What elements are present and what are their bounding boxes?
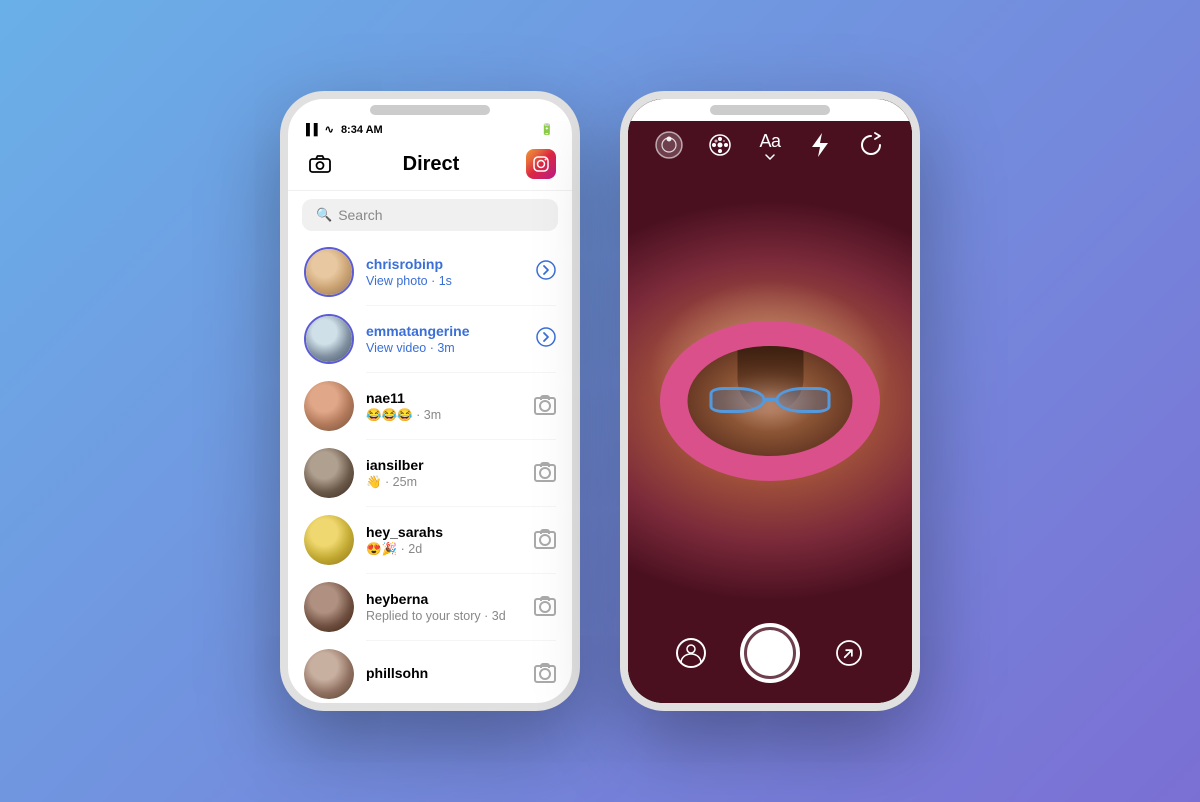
search-bar[interactable]: 🔍 Search — [302, 199, 558, 231]
sg-bridge — [765, 398, 775, 402]
phone-direct-messages: ▌▌ ∿ 8:34 AM 🔋 Direct — [280, 91, 580, 711]
nav-bar: Direct — [288, 140, 572, 191]
text-mode-label: Aa — [759, 131, 780, 152]
list-item[interactable]: nae11 😂😂😂 · 3m — [288, 373, 572, 439]
message-content: emmatangerine View video · 3m — [366, 323, 524, 355]
avatar — [304, 448, 354, 498]
message-content: iansilber 👋 · 25m — [366, 457, 522, 490]
avatar — [304, 515, 354, 565]
list-item[interactable]: hey_sarahs 😍🎉 · 2d — [288, 507, 572, 573]
speaker-right — [710, 105, 830, 115]
username-label: iansilber — [366, 457, 522, 473]
avatar — [304, 247, 354, 297]
avatar — [304, 649, 354, 699]
flip-camera-button[interactable] — [853, 127, 889, 163]
avatar-image — [304, 582, 354, 632]
shutter-button[interactable] — [740, 623, 800, 683]
list-item[interactable]: heyberna Replied to your story · 3d — [288, 574, 572, 640]
effects-button[interactable] — [702, 127, 738, 163]
list-item[interactable]: emmatangerine View video · 3m — [288, 306, 572, 372]
camera-action-icon[interactable] — [534, 665, 556, 683]
gallery-icon — [654, 130, 684, 160]
username-label: emmatangerine — [366, 323, 524, 339]
phone-camera: Aa — [620, 91, 920, 711]
username-label: hey_sarahs — [366, 524, 522, 540]
send-icon — [835, 639, 863, 667]
list-item[interactable]: phillsohn — [288, 641, 572, 707]
camera-action-icon[interactable] — [534, 397, 556, 415]
message-list: chrisrobinp View photo · 1s emmatanger — [288, 239, 572, 707]
message-content: hey_sarahs 😍🎉 · 2d — [366, 524, 522, 557]
username-label: nae11 — [366, 390, 522, 406]
page-title: Direct — [403, 153, 460, 176]
message-content: heyberna Replied to your story · 3d — [366, 591, 522, 623]
chevron-down-icon — [765, 154, 775, 160]
instagram-logo-icon — [532, 155, 550, 173]
profile-icon — [675, 637, 707, 669]
ar-lip-ring — [660, 321, 880, 481]
effects-icon — [706, 131, 734, 159]
avatar-image — [304, 448, 354, 498]
sg-right-lens — [775, 387, 830, 413]
list-item[interactable]: chrisrobinp View photo · 1s — [288, 239, 572, 305]
camera-bottom-controls — [628, 623, 912, 683]
speaker — [370, 105, 490, 115]
message-preview: 😍🎉 · 2d — [366, 542, 522, 557]
username-label: heyberna — [366, 591, 522, 607]
flip-icon — [858, 132, 884, 158]
arrow-action-icon[interactable] — [536, 260, 556, 285]
avatar — [304, 582, 354, 632]
ar-face-inner — [688, 346, 853, 456]
ar-sunglasses — [704, 385, 836, 416]
message-content: phillsohn — [366, 665, 522, 683]
shutter-inner — [747, 630, 793, 676]
message-preview: 👋 · 25m — [366, 475, 522, 490]
avatar — [304, 381, 354, 431]
message-content: chrisrobinp View photo · 1s — [366, 256, 524, 288]
gallery-button[interactable] — [651, 127, 687, 163]
message-preview: 😂😂😂 · 3m — [366, 408, 522, 423]
direct-screen: ▌▌ ∿ 8:34 AM 🔋 Direct — [288, 99, 572, 707]
sg-left-lens — [710, 387, 765, 413]
instagram-icon[interactable] — [526, 149, 556, 179]
text-button[interactable]: Aa — [752, 131, 788, 160]
profile-gallery-button[interactable] — [673, 635, 709, 671]
camera-action-icon[interactable] — [534, 598, 556, 616]
search-placeholder: Search — [338, 207, 382, 223]
battery-icon: 🔋 — [540, 123, 554, 136]
camera-icon — [309, 155, 331, 173]
list-item[interactable]: iansilber 👋 · 25m — [288, 440, 572, 506]
signal-time: ▌▌ ∿ 8:34 AM — [306, 123, 383, 136]
send-button[interactable] — [831, 635, 867, 671]
avatar-image — [306, 249, 352, 295]
flash-icon — [809, 132, 831, 158]
message-preview: View video · 3m — [366, 341, 524, 355]
message-preview: View photo · 1s — [366, 274, 524, 288]
username-label: phillsohn — [366, 665, 522, 681]
camera-screen: Aa — [628, 99, 912, 703]
avatar-image — [304, 515, 354, 565]
camera-action-icon[interactable] — [534, 531, 556, 549]
arrow-action-icon[interactable] — [536, 327, 556, 352]
search-icon: 🔍 — [316, 207, 332, 223]
message-content: nae11 😂😂😂 · 3m — [366, 390, 522, 423]
flash-button[interactable] — [802, 127, 838, 163]
avatar-image — [304, 381, 354, 431]
message-preview: Replied to your story · 3d — [366, 609, 522, 623]
camera-top-controls: Aa — [628, 127, 912, 163]
username-label: chrisrobinp — [366, 256, 524, 272]
avatar-image — [306, 316, 352, 362]
avatar-image — [304, 649, 354, 699]
camera-action-icon[interactable] — [534, 464, 556, 482]
status-icons: 🔋 — [540, 123, 554, 136]
avatar — [304, 314, 354, 364]
camera-button[interactable] — [304, 148, 336, 180]
